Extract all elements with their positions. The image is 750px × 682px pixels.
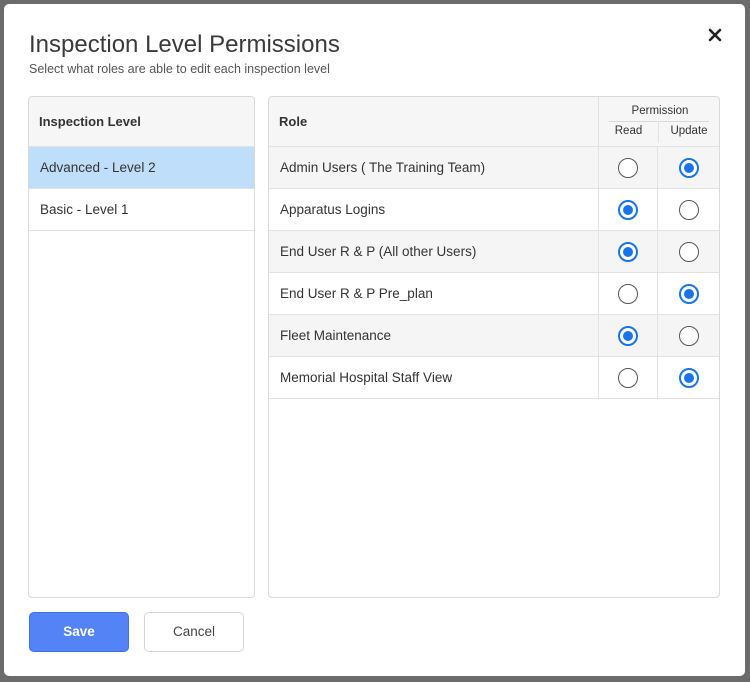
close-icon[interactable] bbox=[704, 24, 726, 46]
update-radio[interactable] bbox=[679, 368, 699, 388]
update-radio[interactable] bbox=[679, 200, 699, 220]
dialog-title: Inspection Level Permissions bbox=[29, 31, 340, 58]
table-row: Apparatus Logins bbox=[269, 189, 719, 231]
read-column-header: Read bbox=[614, 125, 643, 137]
update-radio[interactable] bbox=[679, 242, 699, 262]
read-radio[interactable] bbox=[618, 326, 638, 346]
read-radio[interactable] bbox=[618, 368, 638, 388]
read-radio[interactable] bbox=[618, 200, 638, 220]
read-cell bbox=[598, 315, 657, 357]
update-radio[interactable] bbox=[679, 284, 699, 304]
role-name: Apparatus Logins bbox=[280, 202, 386, 217]
read-cell bbox=[598, 231, 657, 273]
level-item-advanced[interactable]: Advanced - Level 2 bbox=[29, 147, 254, 189]
save-button[interactable]: Save bbox=[29, 612, 129, 652]
role-name: Fleet Maintenance bbox=[280, 328, 392, 343]
update-cell bbox=[657, 189, 719, 231]
role-name: Admin Users ( The Training Team) bbox=[280, 160, 486, 175]
update-cell bbox=[657, 231, 719, 273]
read-cell bbox=[598, 147, 657, 189]
update-cell bbox=[657, 357, 719, 399]
permission-header: Permission bbox=[631, 105, 689, 117]
role-column-header: Role bbox=[279, 114, 308, 129]
inspection-level-panel: Inspection Level Advanced - Level 2 Basi… bbox=[28, 96, 255, 598]
read-cell bbox=[598, 273, 657, 315]
update-radio[interactable] bbox=[679, 158, 699, 178]
table-row: End User R & P Pre_plan bbox=[269, 273, 719, 315]
role-rows: Admin Users ( The Training Team) Apparatu… bbox=[269, 147, 719, 399]
read-radio[interactable] bbox=[618, 242, 638, 262]
table-row: Fleet Maintenance bbox=[269, 315, 719, 357]
inspection-level-header: Inspection Level bbox=[29, 97, 254, 147]
update-column-header: Update bbox=[658, 121, 719, 143]
table-row: End User R & P (All other Users) bbox=[269, 231, 719, 273]
cancel-button[interactable]: Cancel bbox=[144, 612, 244, 652]
read-cell bbox=[598, 189, 657, 231]
update-cell bbox=[657, 273, 719, 315]
read-cell bbox=[598, 357, 657, 399]
table-row: Memorial Hospital Staff View bbox=[269, 357, 719, 399]
level-item-basic[interactable]: Basic - Level 1 bbox=[29, 189, 254, 231]
update-radio[interactable] bbox=[679, 326, 699, 346]
dialog-subtitle: Select what roles are able to edit each … bbox=[29, 62, 330, 76]
role-permissions-panel: Role Permission Read Update Admin Users … bbox=[268, 96, 720, 598]
update-cell bbox=[657, 315, 719, 357]
role-name: End User R & P Pre_plan bbox=[280, 286, 433, 301]
role-name: Memorial Hospital Staff View bbox=[280, 370, 453, 385]
read-radio[interactable] bbox=[618, 158, 638, 178]
table-row: Admin Users ( The Training Team) bbox=[269, 147, 719, 189]
role-table-header: Role Permission Read Update bbox=[269, 97, 719, 147]
role-name: End User R & P (All other Users) bbox=[280, 244, 477, 259]
permissions-dialog: Inspection Level Permissions Select what… bbox=[4, 4, 745, 676]
permission-column-header: Permission Read Update bbox=[598, 97, 719, 147]
update-cell bbox=[657, 147, 719, 189]
read-radio[interactable] bbox=[618, 284, 638, 304]
